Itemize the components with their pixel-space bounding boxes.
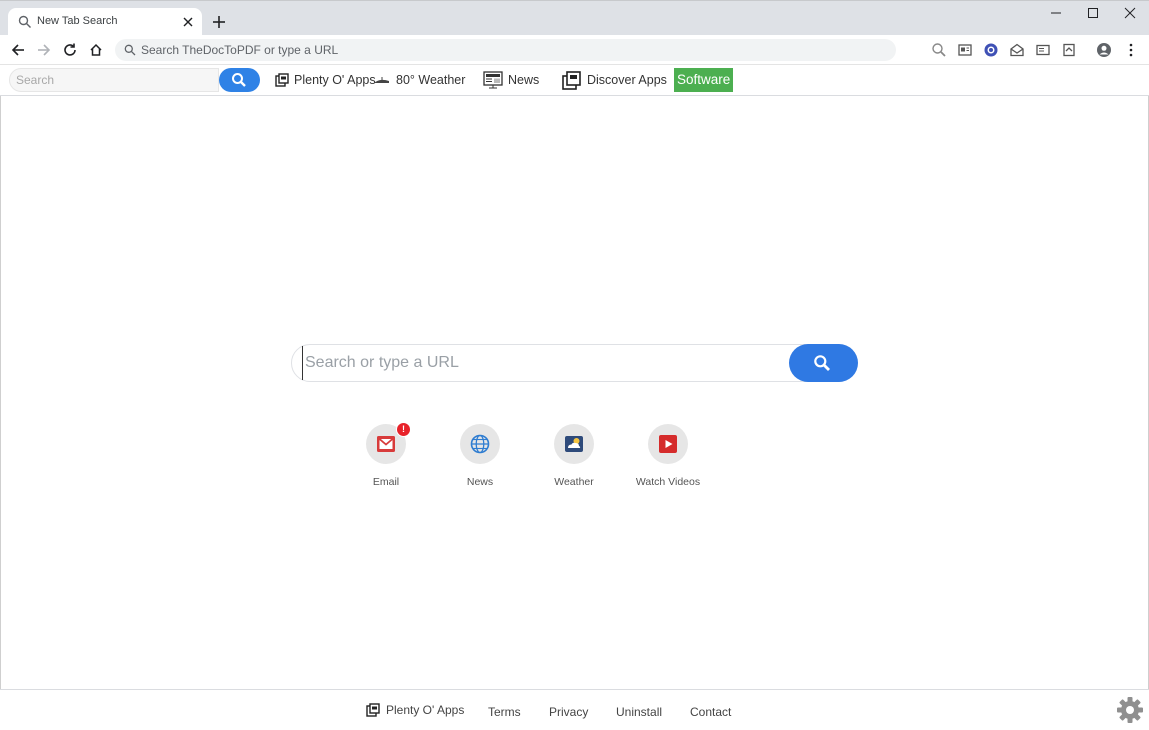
weather-icon [374,77,389,83]
mail-extension-icon[interactable] [1009,42,1025,58]
browser-toolbar: Search TheDocToPDF or type a URL [0,35,1149,65]
weather-link[interactable]: 80° Weather [373,70,465,90]
shortcut-videos-label: Watch Videos [635,476,701,488]
search-icon [232,73,246,87]
globe-icon [470,434,490,454]
discover-apps-label: Discover Apps [587,73,667,87]
plenty-apps-label: Plenty O' Apps [294,73,376,87]
shortcut-email[interactable]: ! Email [346,422,426,488]
footer-plenty-apps-label: Plenty O' Apps [386,703,465,717]
shortcut-videos-circle [648,424,688,464]
footer-plenty-apps-link[interactable]: Plenty O' Apps [366,703,464,717]
apps-box-icon [275,73,289,87]
weather-cloud-icon [565,436,583,452]
shortcut-email-label: Email [372,476,400,488]
new-tab-icon[interactable] [211,14,227,30]
news-link[interactable]: News [483,70,539,90]
pdf-extension-icon[interactable] [957,42,973,58]
close-window-icon[interactable] [1123,6,1137,20]
main-search-button[interactable] [789,344,858,382]
notification-badge: ! [396,422,411,437]
extension-toolbar: Plenty O' Apps 80° Weather News Discover… [0,65,1149,96]
maximize-icon[interactable] [1086,6,1100,20]
card-extension-icon[interactable] [1035,42,1051,58]
browser-tab-strip: New Tab Search [0,0,1149,36]
search-icon [814,355,830,371]
main-search-input[interactable] [302,346,782,380]
apps-box-icon [366,703,380,717]
zoom-icon[interactable] [931,42,947,58]
discover-apps-link[interactable]: Discover Apps [562,70,667,90]
address-bar[interactable]: Search TheDocToPDF or type a URL [115,39,896,61]
toolbar-search-input[interactable] [9,68,219,92]
minimize-icon[interactable] [1049,6,1063,20]
apps-box-icon [562,70,581,90]
footer: Plenty O' Apps Terms Privacy Uninstall C… [0,689,1149,730]
shortcut-news[interactable]: News [440,424,520,488]
home-icon[interactable] [88,42,104,58]
close-tab-icon[interactable] [180,14,196,30]
tab-title: New Tab Search [37,15,118,27]
back-icon[interactable] [10,42,26,58]
footer-privacy-link[interactable]: Privacy [549,705,588,719]
plenty-apps-link[interactable]: Plenty O' Apps [275,70,376,90]
toolbar-search-button[interactable] [219,68,260,92]
footer-uninstall-link[interactable]: Uninstall [616,705,662,719]
news-label: News [508,73,540,87]
reload-icon[interactable] [62,42,78,58]
footer-contact-link[interactable]: Contact [690,705,731,719]
shortcut-news-label: News [466,476,494,488]
shortcut-weather-circle [554,424,594,464]
address-bar-placeholder: Search TheDocToPDF or type a URL [141,43,339,57]
active-tab[interactable]: New Tab Search [8,8,202,36]
gear-icon[interactable] [1116,696,1144,724]
video-play-icon [659,435,677,453]
main-search-box [291,344,858,382]
menu-dots-icon[interactable] [1123,42,1139,58]
shortcut-weather-label: Weather [554,476,594,488]
forward-icon[interactable] [36,42,52,58]
shortcut-email-circle: ! [366,422,411,464]
convert-extension-icon[interactable] [1061,42,1077,58]
profile-icon[interactable] [1096,42,1112,58]
shortcut-videos[interactable]: Watch Videos [628,424,708,488]
shortcut-weather[interactable]: Weather [534,424,614,488]
circle-extension-icon[interactable] [983,42,999,58]
email-icon [377,436,395,452]
footer-terms-link[interactable]: Terms [488,705,521,719]
software-button[interactable]: Software [674,68,734,92]
weather-label: 80° Weather [396,73,466,87]
search-icon [18,15,31,28]
news-icon [483,71,503,89]
search-icon [124,44,136,56]
window-border-left [0,96,1,730]
shortcut-news-circle [460,424,500,464]
